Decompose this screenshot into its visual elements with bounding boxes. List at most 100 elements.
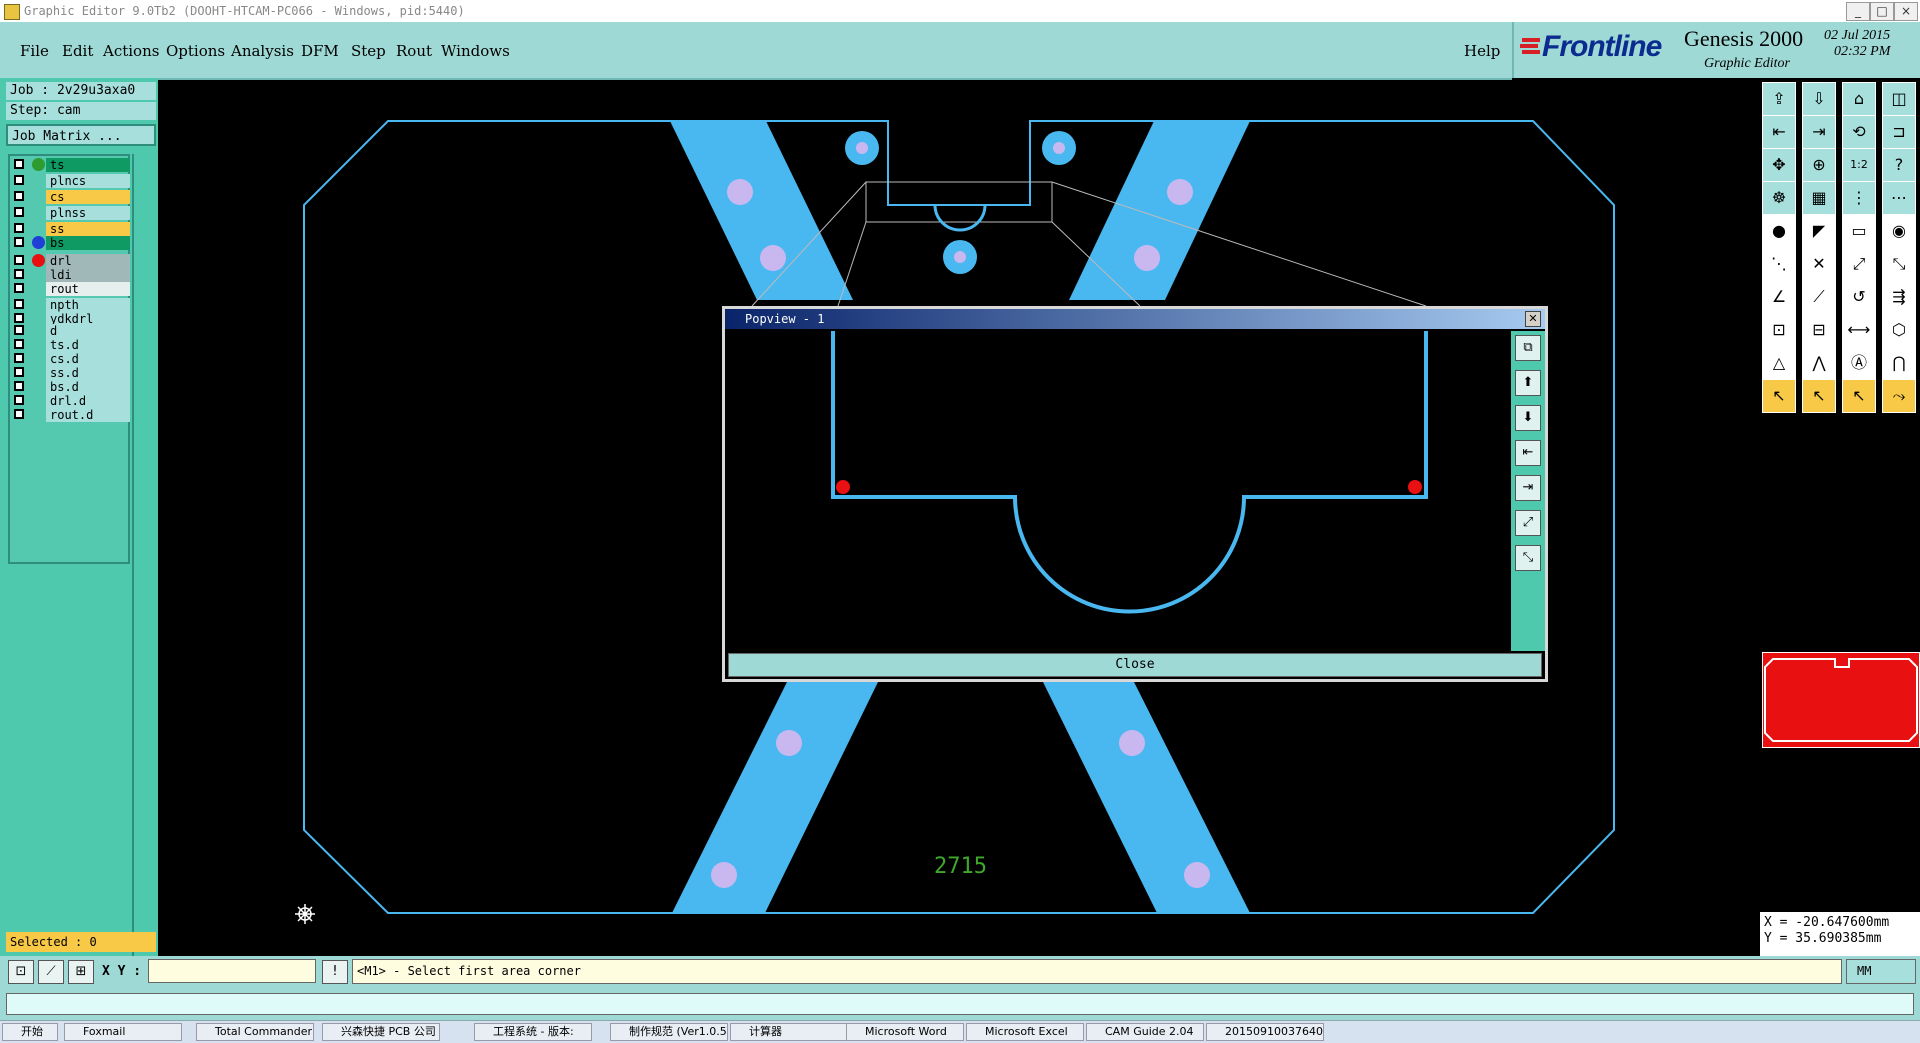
job-matrix-button[interactable]: Job Matrix ... (6, 124, 156, 146)
layer-checkbox[interactable] (14, 283, 24, 293)
board-thumbnail[interactable] (1762, 652, 1920, 748)
layer-checkbox[interactable] (14, 381, 24, 391)
layer-checkbox[interactable] (14, 313, 24, 323)
edit-tool-icon[interactable]: ⊟ (1802, 313, 1836, 347)
misc-tool-icon[interactable]: ▦ (1802, 181, 1836, 215)
taskbar-item[interactable]: 计算器 (730, 1023, 848, 1041)
move-tool-icon[interactable]: ⌂ (1842, 82, 1876, 116)
layer-row-d[interactable]: d (12, 324, 130, 338)
line-tool-icon[interactable]: ⟋ (1802, 280, 1836, 314)
menu-dfm[interactable]: DFM (301, 42, 339, 60)
text-tool-icon[interactable]: ⋀ (1802, 346, 1836, 380)
layer-checkbox[interactable] (14, 237, 24, 247)
popview-tool-icon[interactable]: ⇤ (1515, 440, 1541, 466)
layer-row-ss-d[interactable]: ss.d (12, 366, 130, 380)
layer-checkbox[interactable] (14, 367, 24, 377)
layer-row-drl-d[interactable]: drl.d (12, 394, 130, 408)
layer-checkbox[interactable] (14, 353, 24, 363)
layout-tool-icon[interactable]: ✥ (1762, 148, 1796, 182)
layer-checkbox[interactable] (14, 325, 24, 335)
zoom-tool-icon[interactable]: ⊐ (1882, 115, 1916, 149)
shape-tool-icon[interactable]: ◤ (1802, 214, 1836, 248)
pointer-tool-icon[interactable]: ↖ (1802, 379, 1836, 413)
layer-checkbox[interactable] (14, 207, 24, 217)
layer-scrollbar[interactable] (132, 154, 156, 1006)
grid-icon[interactable]: ⊞ (68, 960, 94, 984)
layer-checkbox[interactable] (14, 191, 24, 201)
shape-tool-icon[interactable]: ◉ (1882, 214, 1916, 248)
pointer-tool-icon[interactable]: ⤳ (1882, 379, 1916, 413)
taskbar-item[interactable]: 制作规范 (Ver1.0.5) (610, 1023, 728, 1041)
line-tool-icon[interactable]: ⇶ (1882, 280, 1916, 314)
layer-row-ss[interactable]: ss (12, 222, 130, 236)
layout-tool-icon[interactable]: 1:2 (1842, 148, 1876, 182)
layer-checkbox[interactable] (14, 395, 24, 405)
maximize-button[interactable]: □ (1870, 2, 1894, 21)
layer-checkbox[interactable] (14, 159, 24, 169)
layer-row-bs[interactable]: bs (12, 236, 130, 250)
popview-tool-icon[interactable]: ⧉ (1515, 335, 1541, 361)
units-select[interactable]: MM (1846, 959, 1916, 984)
layer-row-rout-d[interactable]: rout.d (12, 408, 130, 422)
zoom-tool-icon[interactable]: ⟲ (1842, 115, 1876, 149)
taskbar-item[interactable]: Microsoft Word (846, 1023, 964, 1041)
alert-icon[interactable]: ! (322, 960, 348, 984)
layer-row-ldi[interactable]: ldi (12, 268, 130, 282)
taskbar-item[interactable]: Microsoft Excel (966, 1023, 1084, 1041)
shape-tool-icon[interactable]: ● (1762, 214, 1796, 248)
text-tool-icon[interactable]: Ⓐ (1842, 346, 1876, 380)
layer-row-plnss[interactable]: plnss (12, 206, 130, 220)
start-button[interactable]: 开始 (2, 1023, 58, 1041)
connect-tool-icon[interactable]: ⤡ (1882, 247, 1916, 281)
menu-step[interactable]: Step (351, 42, 386, 60)
connect-tool-icon[interactable]: ✕ (1802, 247, 1836, 281)
xy-input[interactable] (148, 959, 316, 983)
popview-tool-icon[interactable]: ⇥ (1515, 475, 1541, 501)
misc-tool-icon[interactable]: ☸ (1762, 181, 1796, 215)
menu-analysis[interactable]: Analysis (231, 42, 294, 60)
close-window-button[interactable]: × (1894, 2, 1918, 21)
layer-checkbox[interactable] (14, 175, 24, 185)
layer-row-ts[interactable]: ts (12, 158, 130, 172)
popview-tool-icon[interactable]: ⤢ (1515, 510, 1541, 536)
layer-row-cs[interactable]: cs (12, 190, 130, 204)
popview-tool-icon[interactable]: ⬆ (1515, 370, 1541, 396)
text-tool-icon[interactable]: ⋂ (1882, 346, 1916, 380)
minimize-button[interactable]: _ (1846, 2, 1870, 21)
taskbar-item[interactable]: 20150910037640 (1206, 1023, 1324, 1041)
popview-tool-icon[interactable]: ⬇ (1515, 405, 1541, 431)
layer-row-ts-d[interactable]: ts.d (12, 338, 130, 352)
layer-row-bs-d[interactable]: bs.d (12, 380, 130, 394)
menu-file[interactable]: File (20, 42, 49, 60)
snap-icon[interactable]: ⊡ (8, 960, 34, 984)
taskbar-item[interactable]: 工程系统 - 版本: (474, 1023, 592, 1041)
move-tool-icon[interactable]: ⇩ (1802, 82, 1836, 116)
line-tool-icon[interactable]: ↺ (1842, 280, 1876, 314)
menu-help[interactable]: Help (1464, 42, 1500, 60)
taskbar-item[interactable]: 兴森快捷 PCB 公司 (322, 1023, 440, 1041)
layer-checkbox[interactable] (14, 299, 24, 309)
menu-actions[interactable]: Actions (103, 42, 159, 60)
zoom-tool-icon[interactable]: ⇥ (1802, 115, 1836, 149)
measure-icon[interactable]: ⟋ (38, 960, 64, 984)
menu-windows[interactable]: Windows (441, 42, 510, 60)
layer-row-plncs[interactable]: plncs (12, 174, 130, 188)
line-tool-icon[interactable]: ∠ (1762, 280, 1796, 314)
shape-tool-icon[interactable]: ▭ (1842, 214, 1876, 248)
layer-row-npth[interactable]: npth (12, 298, 130, 312)
layer-row-drl[interactable]: drl (12, 254, 130, 268)
menu-rout[interactable]: Rout (396, 42, 432, 60)
connect-tool-icon[interactable]: ⤢ (1842, 247, 1876, 281)
layer-checkbox[interactable] (14, 255, 24, 265)
popview-canvas[interactable] (727, 331, 1509, 651)
layer-row-cs-d[interactable]: cs.d (12, 352, 130, 366)
connect-tool-icon[interactable]: ⋱ (1762, 247, 1796, 281)
taskbar-item[interactable]: CAM Guide 2.04 (1086, 1023, 1204, 1041)
popview-tool-icon[interactable]: ⤡ (1515, 545, 1541, 571)
popview-close-icon[interactable]: ✕ (1525, 311, 1541, 327)
taskbar-item[interactable]: Foxmail (64, 1023, 182, 1041)
layout-tool-icon[interactable]: ? (1882, 148, 1916, 182)
move-tool-icon[interactable]: ⇪ (1762, 82, 1796, 116)
layer-checkbox[interactable] (14, 409, 24, 419)
edit-tool-icon[interactable]: ⟷ (1842, 313, 1876, 347)
